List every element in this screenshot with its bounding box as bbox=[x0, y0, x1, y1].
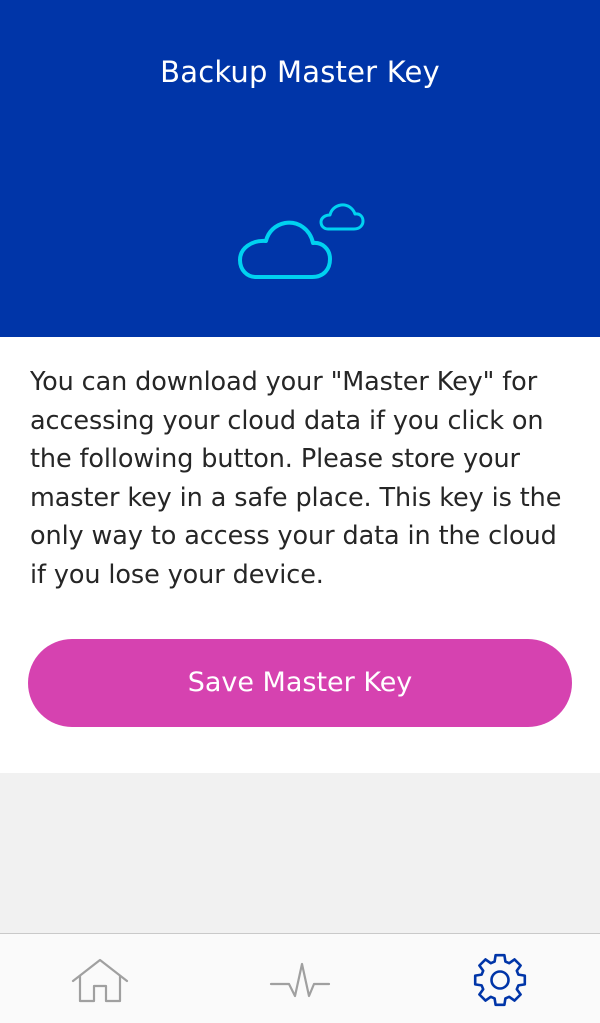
page-title: Backup Master Key bbox=[160, 55, 440, 89]
cloud-icon bbox=[238, 203, 365, 279]
gear-icon bbox=[473, 953, 527, 1007]
backup-master-key-screen: Backup Master Key You can download your … bbox=[0, 0, 600, 1023]
bottom-tab-bar bbox=[0, 933, 600, 1023]
save-master-key-button[interactable]: Save Master Key bbox=[28, 639, 572, 727]
content-panel: You can download your "Master Key" for a… bbox=[0, 337, 600, 773]
tab-activity[interactable] bbox=[200, 946, 400, 1016]
home-icon bbox=[71, 958, 129, 1003]
activity-icon bbox=[269, 962, 331, 998]
tab-settings[interactable] bbox=[400, 946, 600, 1016]
tab-home[interactable] bbox=[0, 946, 200, 1016]
master-key-description: You can download your "Master Key" for a… bbox=[30, 367, 562, 590]
header: Backup Master Key bbox=[0, 0, 600, 337]
